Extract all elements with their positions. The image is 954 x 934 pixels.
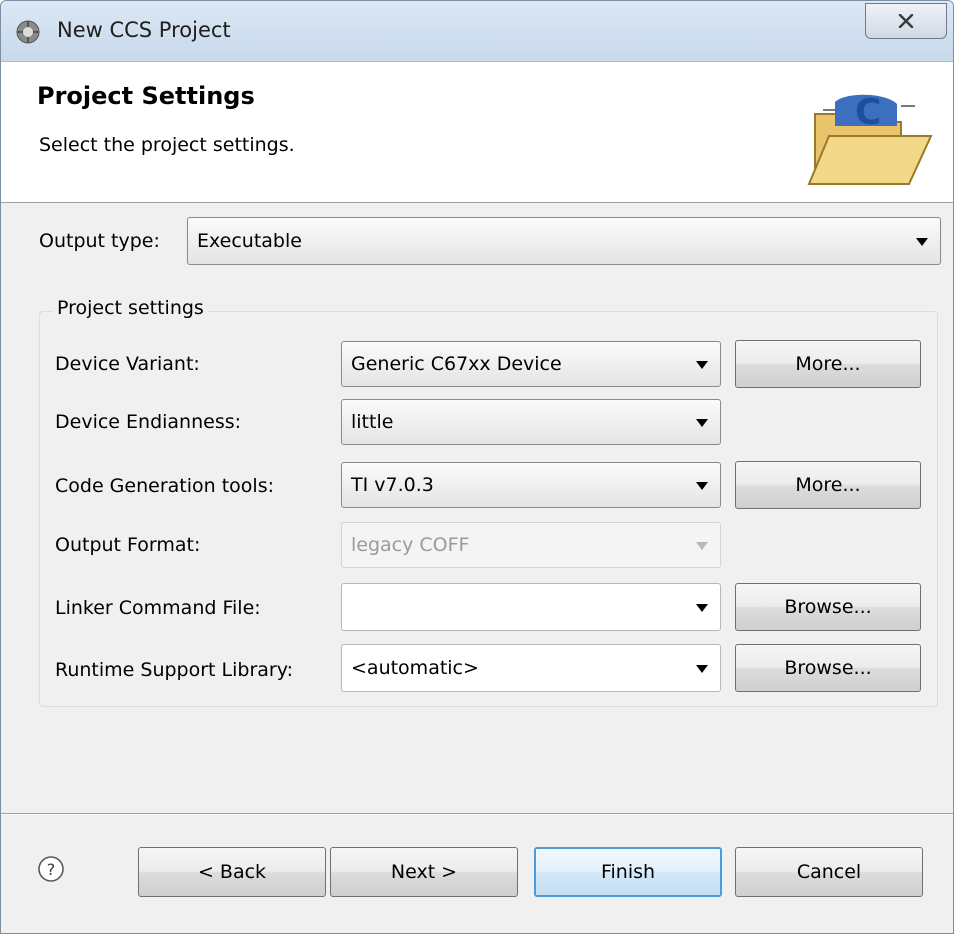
page-title: Project Settings: [37, 82, 255, 110]
runtime-support-library-browse-button[interactable]: Browse...: [735, 644, 921, 692]
back-button[interactable]: < Back: [138, 847, 326, 897]
next-button[interactable]: Next >: [330, 847, 518, 897]
project-settings-legend: Project settings: [53, 297, 208, 319]
close-icon: [898, 14, 914, 28]
code-generation-tools-more-button[interactable]: More...: [735, 461, 921, 509]
device-variant-select[interactable]: Generic C67xx Device: [341, 341, 721, 387]
output-format-value: legacy COFF: [351, 534, 470, 556]
window-title: New CCS Project: [57, 18, 231, 42]
code-generation-tools-value: TI v7.0.3: [351, 474, 434, 496]
footer-separator: [1, 813, 953, 815]
chevron-down-icon: [696, 482, 708, 490]
chevron-down-icon: [696, 419, 708, 427]
output-type-select[interactable]: Executable: [187, 217, 941, 265]
device-variant-more-button[interactable]: More...: [735, 340, 921, 388]
chevron-down-icon: [696, 665, 708, 673]
svg-text:?: ?: [47, 860, 56, 879]
runtime-support-library-label: Runtime Support Library:: [55, 659, 294, 681]
output-format-label: Output Format:: [55, 534, 201, 556]
wizard-header: Project Settings Select the project sett…: [1, 62, 953, 203]
device-variant-value: Generic C67xx Device: [351, 353, 562, 375]
svg-text:C: C: [855, 92, 881, 133]
close-button[interactable]: [865, 3, 947, 39]
chevron-down-icon: [696, 361, 708, 369]
device-endianness-value: little: [351, 411, 394, 433]
runtime-support-library-combo[interactable]: <automatic>: [341, 644, 721, 692]
device-variant-label: Device Variant:: [55, 353, 200, 375]
output-format-select: legacy COFF: [341, 522, 721, 568]
chevron-down-icon: [696, 604, 708, 612]
code-generation-tools-label: Code Generation tools:: [55, 475, 274, 497]
linker-command-file-label: Linker Command File:: [55, 597, 261, 619]
page-description: Select the project settings.: [39, 134, 295, 156]
ccs-app-icon: [16, 20, 40, 44]
title-bar[interactable]: New CCS Project: [1, 1, 953, 62]
device-endianness-select[interactable]: little: [341, 399, 721, 445]
code-generation-tools-select[interactable]: TI v7.0.3: [341, 462, 721, 508]
help-icon[interactable]: ?: [36, 854, 66, 884]
chevron-down-icon: [916, 238, 928, 246]
cancel-button[interactable]: Cancel: [735, 847, 923, 897]
linker-command-file-combo[interactable]: [341, 583, 721, 631]
chevron-down-icon: [696, 542, 708, 550]
project-folder-icon: C: [807, 92, 933, 185]
new-ccs-project-dialog: New CCS Project Project Settings Select …: [0, 0, 954, 934]
linker-command-file-browse-button[interactable]: Browse...: [735, 583, 921, 631]
output-type-value: Executable: [197, 230, 302, 252]
output-type-label: Output type:: [39, 230, 160, 252]
device-endianness-label: Device Endianness:: [55, 411, 242, 433]
finish-button[interactable]: Finish: [534, 847, 722, 897]
runtime-support-library-value: <automatic>: [351, 657, 479, 679]
